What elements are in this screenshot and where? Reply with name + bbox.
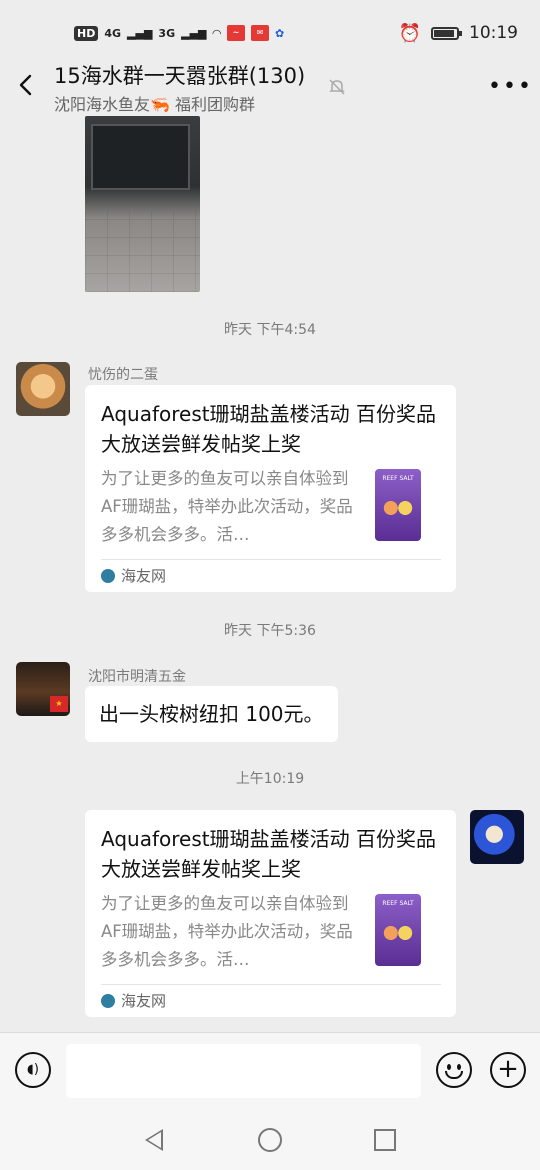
status-icons-right: ⏰ 10:19: [399, 23, 518, 44]
card-title: Aquaforest珊瑚盐盖楼活动 百份奖品大放送尝鲜发帖奖上奖: [101, 827, 436, 881]
timestamp: 昨天 下午4:54: [224, 322, 316, 338]
chat-title: 15海水群一天嚣张群(130): [54, 64, 306, 88]
wifi-icon: ◠: [212, 26, 221, 40]
source-logo-icon: [101, 994, 115, 1008]
app-notification-icon: ~: [226, 25, 245, 41]
sender-name: 沈阳市明清五金: [88, 669, 186, 685]
card-description: 为了让更多的鱼友可以亲自体验到AF珊瑚盐，特举办此次活动，奖品多多机会多多。活…: [101, 894, 353, 969]
card-thumbnail: REEF SALT: [369, 894, 427, 966]
app-notification-icon: ✿: [274, 26, 285, 40]
voice-input-icon[interactable]: ◖): [15, 1052, 51, 1088]
chat-header: 15海水群一天嚣张群(130) 沈阳海水鱼友🦐 福利团购群 •••: [0, 58, 540, 116]
card-description: 为了让更多的鱼友可以亲自体验到AF珊瑚盐，特举办此次活动，奖品多多机会多多。活…: [101, 469, 353, 544]
add-more-icon[interactable]: +: [490, 1052, 526, 1088]
nav-back-icon[interactable]: [145, 1129, 163, 1151]
sender-name: 忧伤的二蛋: [88, 367, 158, 383]
text-message[interactable]: 出一头桉树纽扣 100元。: [85, 686, 338, 742]
back-arrow-icon[interactable]: [16, 74, 38, 96]
signal-4g-icon: 4G: [104, 26, 122, 40]
card-title: Aquaforest珊瑚盐盖楼活动 百份奖品大放送尝鲜发帖奖上奖: [101, 402, 436, 456]
card-source: 海友网: [121, 992, 167, 1010]
avatar[interactable]: [16, 362, 70, 416]
chat-messages[interactable]: 昨天 下午4:54 忧伤的二蛋 Aquaforest珊瑚盐盖楼活动 百份奖品大放…: [0, 116, 540, 1032]
input-bar: ◖) +: [0, 1032, 540, 1113]
status-icons-left: HD 4G ▂▄▆ 3G ▂▄▆ ◠ ~ ✉ ✿: [74, 25, 284, 41]
signal-3g-icon: 3G: [158, 26, 176, 40]
battery-icon: [431, 26, 462, 40]
message-input[interactable]: [66, 1044, 421, 1098]
more-options-icon[interactable]: •••: [488, 74, 533, 99]
chat-subtitle: 沈阳海水鱼友🦐 福利团购群: [54, 95, 256, 114]
link-card-message[interactable]: Aquaforest珊瑚盐盖楼活动 百份奖品大放送尝鲜发帖奖上奖 为了让更多的鱼…: [85, 385, 456, 592]
timestamp: 上午10:19: [235, 771, 305, 787]
signal-bars-icon: ▂▄▆: [181, 26, 207, 40]
nav-home-icon[interactable]: [258, 1128, 282, 1152]
alarm-icon: ⏰: [398, 22, 421, 44]
nav-recents-icon[interactable]: [374, 1129, 396, 1151]
link-card-message[interactable]: Aquaforest珊瑚盐盖楼活动 百份奖品大放送尝鲜发帖奖上奖 为了让更多的鱼…: [85, 810, 456, 1017]
my-avatar[interactable]: [470, 810, 524, 864]
emoji-icon[interactable]: [436, 1052, 472, 1088]
avatar[interactable]: ★: [16, 662, 70, 716]
muted-bell-icon: [329, 79, 345, 95]
app-notification-icon: ✉: [250, 25, 269, 41]
image-message[interactable]: [85, 116, 200, 292]
card-source: 海友网: [121, 567, 167, 585]
flag-icon: ★: [50, 696, 68, 712]
status-bar: HD 4G ▂▄▆ 3G ▂▄▆ ◠ ~ ✉ ✿ ⏰ 10:19: [0, 0, 540, 66]
system-nav-bar: [0, 1112, 540, 1170]
clock-time: 10:19: [469, 23, 518, 43]
hd-icon: HD: [74, 25, 99, 41]
generator-image: [91, 124, 190, 190]
source-logo-icon: [101, 569, 115, 583]
signal-bars-icon: ▂▄▆: [127, 26, 153, 40]
timestamp: 昨天 下午5:36: [224, 623, 316, 639]
card-thumbnail: REEF SALT: [369, 469, 427, 541]
